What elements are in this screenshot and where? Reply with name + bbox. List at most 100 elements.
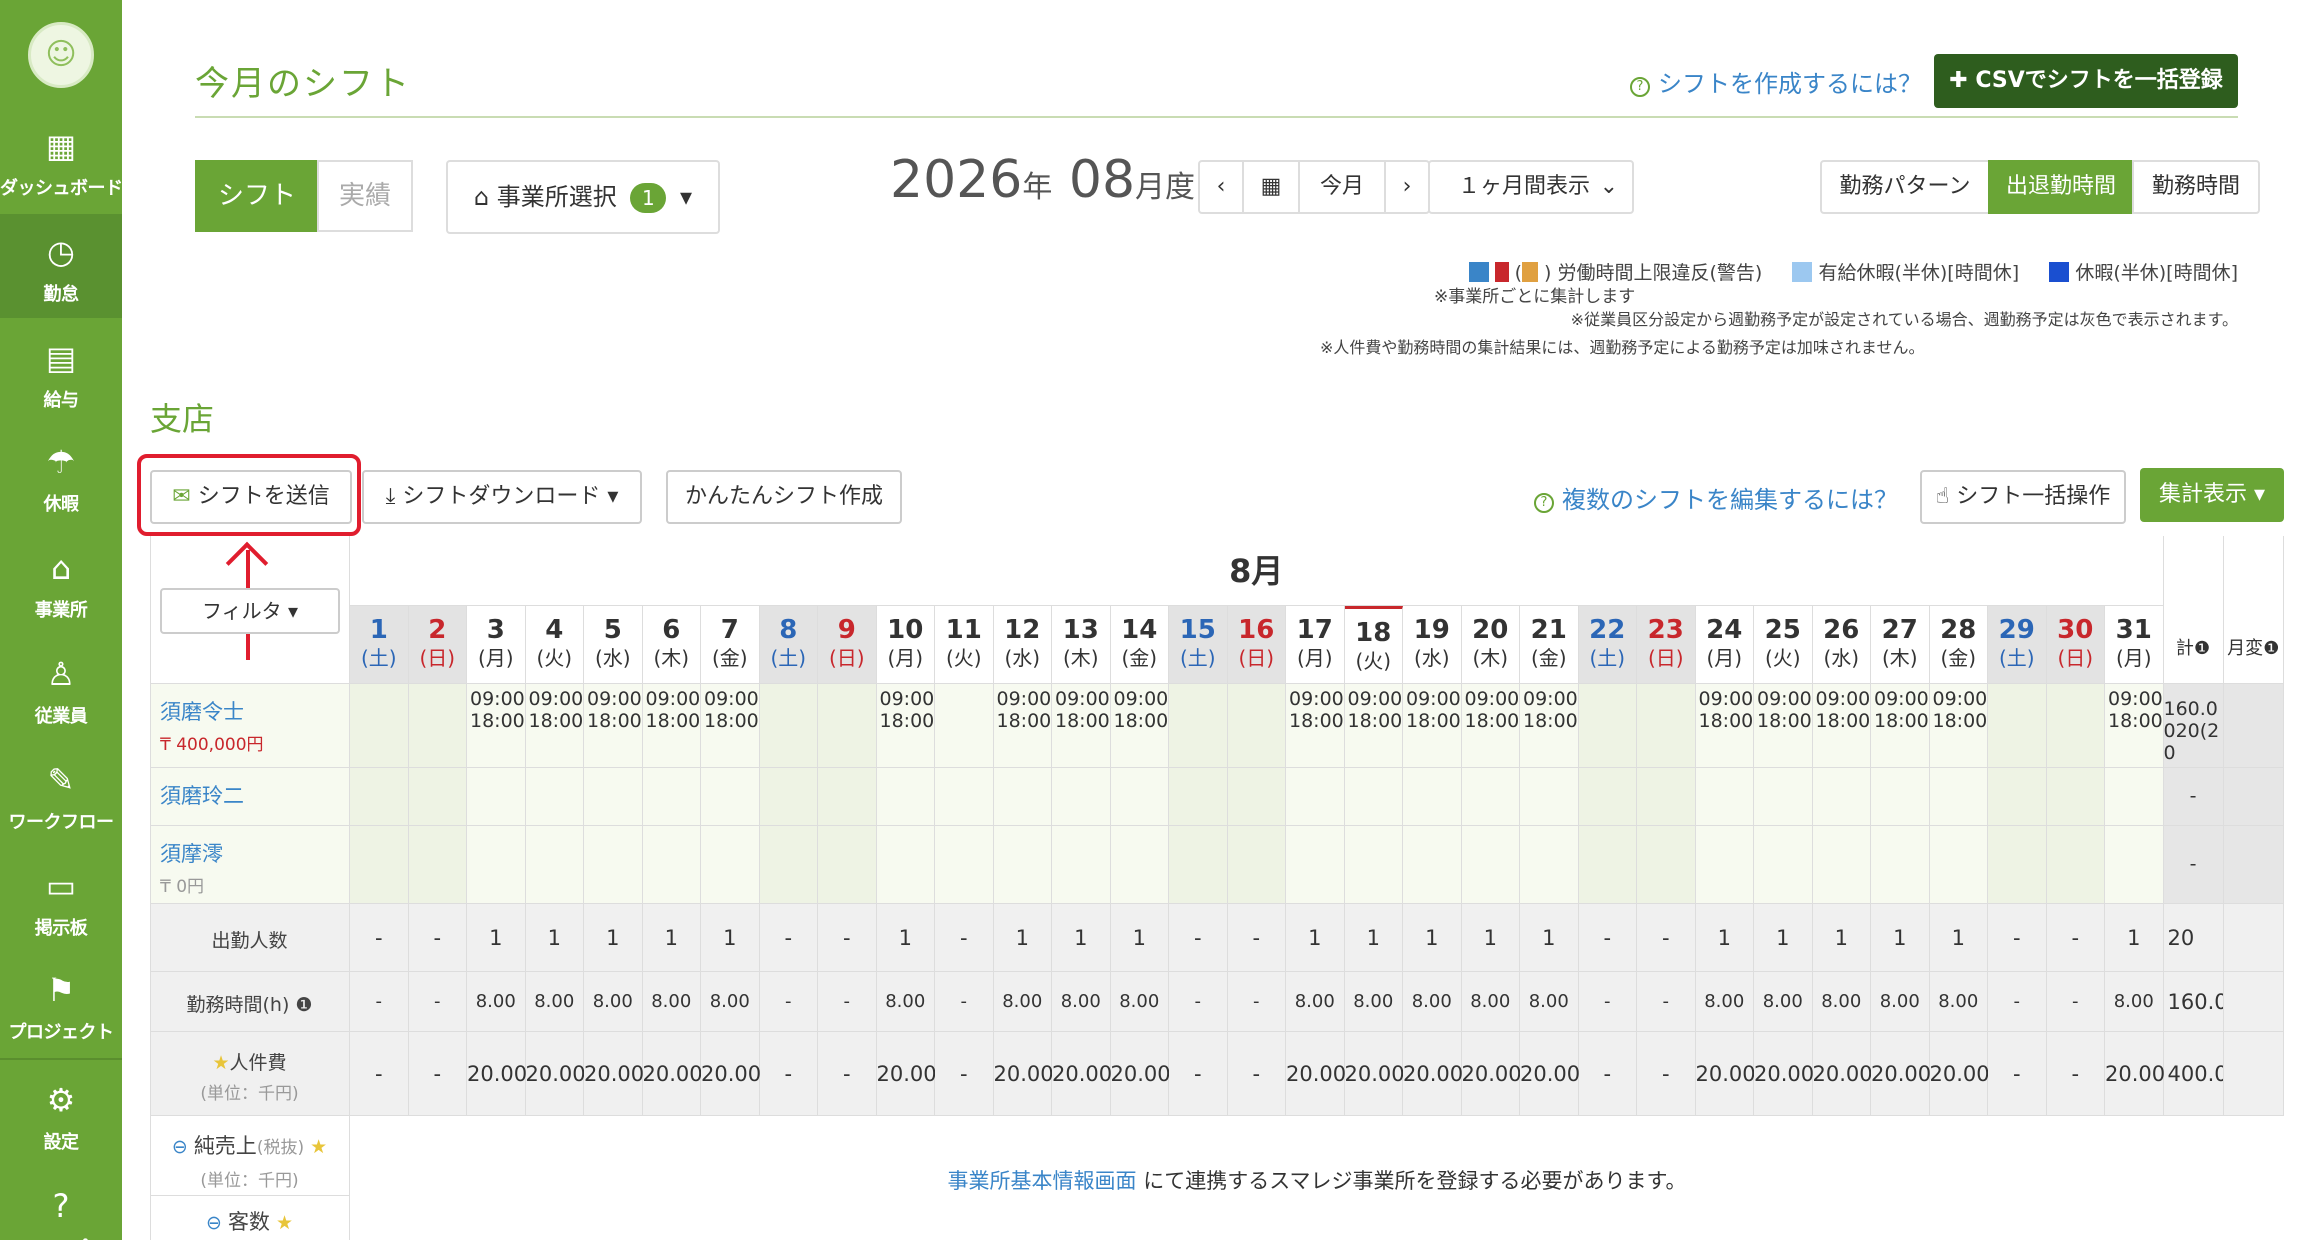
shift-cell[interactable] [1754,826,1813,904]
bulk-operation-button[interactable]: ☝ シフト一括操作 [1920,470,2126,524]
shift-cell[interactable] [876,768,935,826]
shift-cell[interactable] [935,768,994,826]
shift-cell[interactable] [1578,826,1637,904]
shift-cell[interactable] [2046,826,2105,904]
filter-button[interactable]: フィルタ ▾ [160,588,340,634]
shift-cell[interactable]: 09:00 18:00 [584,684,643,768]
sidebar-item-5[interactable]: ♙ 従業員 [0,636,122,740]
next-month-button[interactable]: › [1384,160,1430,214]
shift-cell[interactable] [1637,768,1696,826]
sidebar-item-4[interactable]: ⌂ 事業所 [0,530,122,634]
shift-cell[interactable] [1929,826,1988,904]
shift-cell[interactable] [1403,826,1462,904]
employee-name-cell[interactable]: 須磨玲二 [150,768,350,826]
office-info-link[interactable]: 事業所基本情報画面 [948,1169,1137,1193]
shift-cell[interactable]: 09:00 18:00 [1812,684,1871,768]
shift-cell[interactable]: 09:00 18:00 [1695,684,1754,768]
shift-cell[interactable] [408,768,467,826]
view-hours-button[interactable]: 勤務時間 [2132,160,2260,214]
sidebar-item-2[interactable]: ▤ 給与 [0,320,122,424]
shift-cell[interactable] [1344,768,1403,826]
shift-cell[interactable] [2105,826,2164,904]
shift-cell[interactable]: 09:00 18:00 [1929,684,1988,768]
shift-cell[interactable] [1929,768,1988,826]
sidebar-item-7[interactable]: ▭ 掲示板 [0,848,122,952]
shift-cell[interactable]: 09:00 18:00 [1344,684,1403,768]
shift-cell[interactable] [2046,684,2105,768]
shift-cell[interactable] [350,684,409,768]
shift-cell[interactable] [1110,768,1169,826]
shift-cell[interactable] [1578,768,1637,826]
shift-cell[interactable] [1695,826,1754,904]
shift-cell[interactable] [408,684,467,768]
shift-cell[interactable] [1637,684,1696,768]
shift-cell[interactable] [467,826,526,904]
aggregate-button[interactable]: 集計表示 ▾ [2140,468,2284,522]
shift-cell[interactable] [818,684,877,768]
shift-cell[interactable]: 09:00 18:00 [525,684,584,768]
shift-cell[interactable] [1812,826,1871,904]
shift-cell[interactable] [1169,684,1228,768]
shift-cell[interactable] [701,768,760,826]
csv-register-button[interactable]: ✚ CSVでシフトを一括登録 [1934,54,2238,108]
logo[interactable]: ☺ [28,22,94,88]
shift-cell[interactable]: 09:00 18:00 [1461,684,1520,768]
tab-shift[interactable]: シフト [195,160,319,232]
employee-name-cell[interactable]: 須摩澪 ₸ 0円 [150,826,350,904]
shift-cell[interactable] [1227,826,1286,904]
range-select[interactable]: １ヶ月間表示 ⌄ [1428,160,1634,214]
shift-cell[interactable] [1578,684,1637,768]
shift-cell[interactable] [1169,768,1228,826]
shift-cell[interactable] [759,768,818,826]
sidebar-item-6[interactable]: ✎ ワークフロー [0,742,122,846]
shift-cell[interactable]: 09:00 18:00 [1110,684,1169,768]
easy-shift-button[interactable]: かんたんシフト作成 [666,470,902,524]
shift-cell[interactable] [1344,826,1403,904]
shift-cell[interactable] [1286,826,1345,904]
shift-cell[interactable]: 09:00 18:00 [642,684,701,768]
shift-cell[interactable] [1988,684,2047,768]
shift-cell[interactable] [1461,768,1520,826]
shift-cell[interactable] [1461,826,1520,904]
shift-cell[interactable] [584,768,643,826]
shift-cell[interactable] [935,684,994,768]
shift-cell[interactable] [1637,826,1696,904]
shift-cell[interactable]: 09:00 18:00 [1871,684,1930,768]
shift-cell[interactable]: 09:00 18:00 [876,684,935,768]
shift-cell[interactable] [1110,826,1169,904]
sidebar-item-3[interactable]: ☂ 休暇 [0,424,122,528]
shift-cell[interactable] [759,684,818,768]
shift-cell[interactable] [1754,768,1813,826]
shift-cell[interactable] [350,768,409,826]
this-month-button[interactable]: 今月 [1298,160,1386,214]
shift-cell[interactable] [1871,768,1930,826]
sidebar-item-1[interactable]: ◷ 勤怠 [0,214,122,318]
office-select-button[interactable]: ⌂ 事業所選択 1 ▾ [446,160,720,234]
shift-cell[interactable] [525,768,584,826]
shift-cell[interactable] [993,826,1052,904]
shift-cell[interactable] [1988,768,2047,826]
shift-cell[interactable] [1227,768,1286,826]
shift-cell[interactable]: 09:00 18:00 [1052,684,1111,768]
shift-cell[interactable]: 09:00 18:00 [1286,684,1345,768]
shift-cell[interactable] [584,826,643,904]
shift-cell[interactable]: 09:00 18:00 [993,684,1052,768]
shift-cell[interactable] [467,768,526,826]
shift-cell[interactable] [701,826,760,904]
sidebar-item-0[interactable]: ▦ ダッシュボード [0,108,123,212]
shift-cell[interactable]: 09:00 18:00 [701,684,760,768]
employee-name-cell[interactable]: 須磨令士 ₸ 400,000円 [150,684,350,768]
shift-cell[interactable]: 09:00 18:00 [1520,684,1579,768]
shift-cell[interactable] [876,826,935,904]
shift-cell[interactable]: 09:00 18:00 [1754,684,1813,768]
shift-cell[interactable]: 09:00 18:00 [467,684,526,768]
shift-cell[interactable] [525,826,584,904]
shift-cell[interactable] [350,826,409,904]
shift-cell[interactable] [818,826,877,904]
shift-cell[interactable] [759,826,818,904]
shift-cell[interactable] [2046,768,2105,826]
sidebar-item-9[interactable]: ⚙ 設定 [0,1062,122,1166]
shift-cell[interactable]: 09:00 18:00 [2105,684,2164,768]
shift-cell[interactable] [1403,768,1462,826]
tab-actual[interactable]: 実績 [317,160,413,232]
